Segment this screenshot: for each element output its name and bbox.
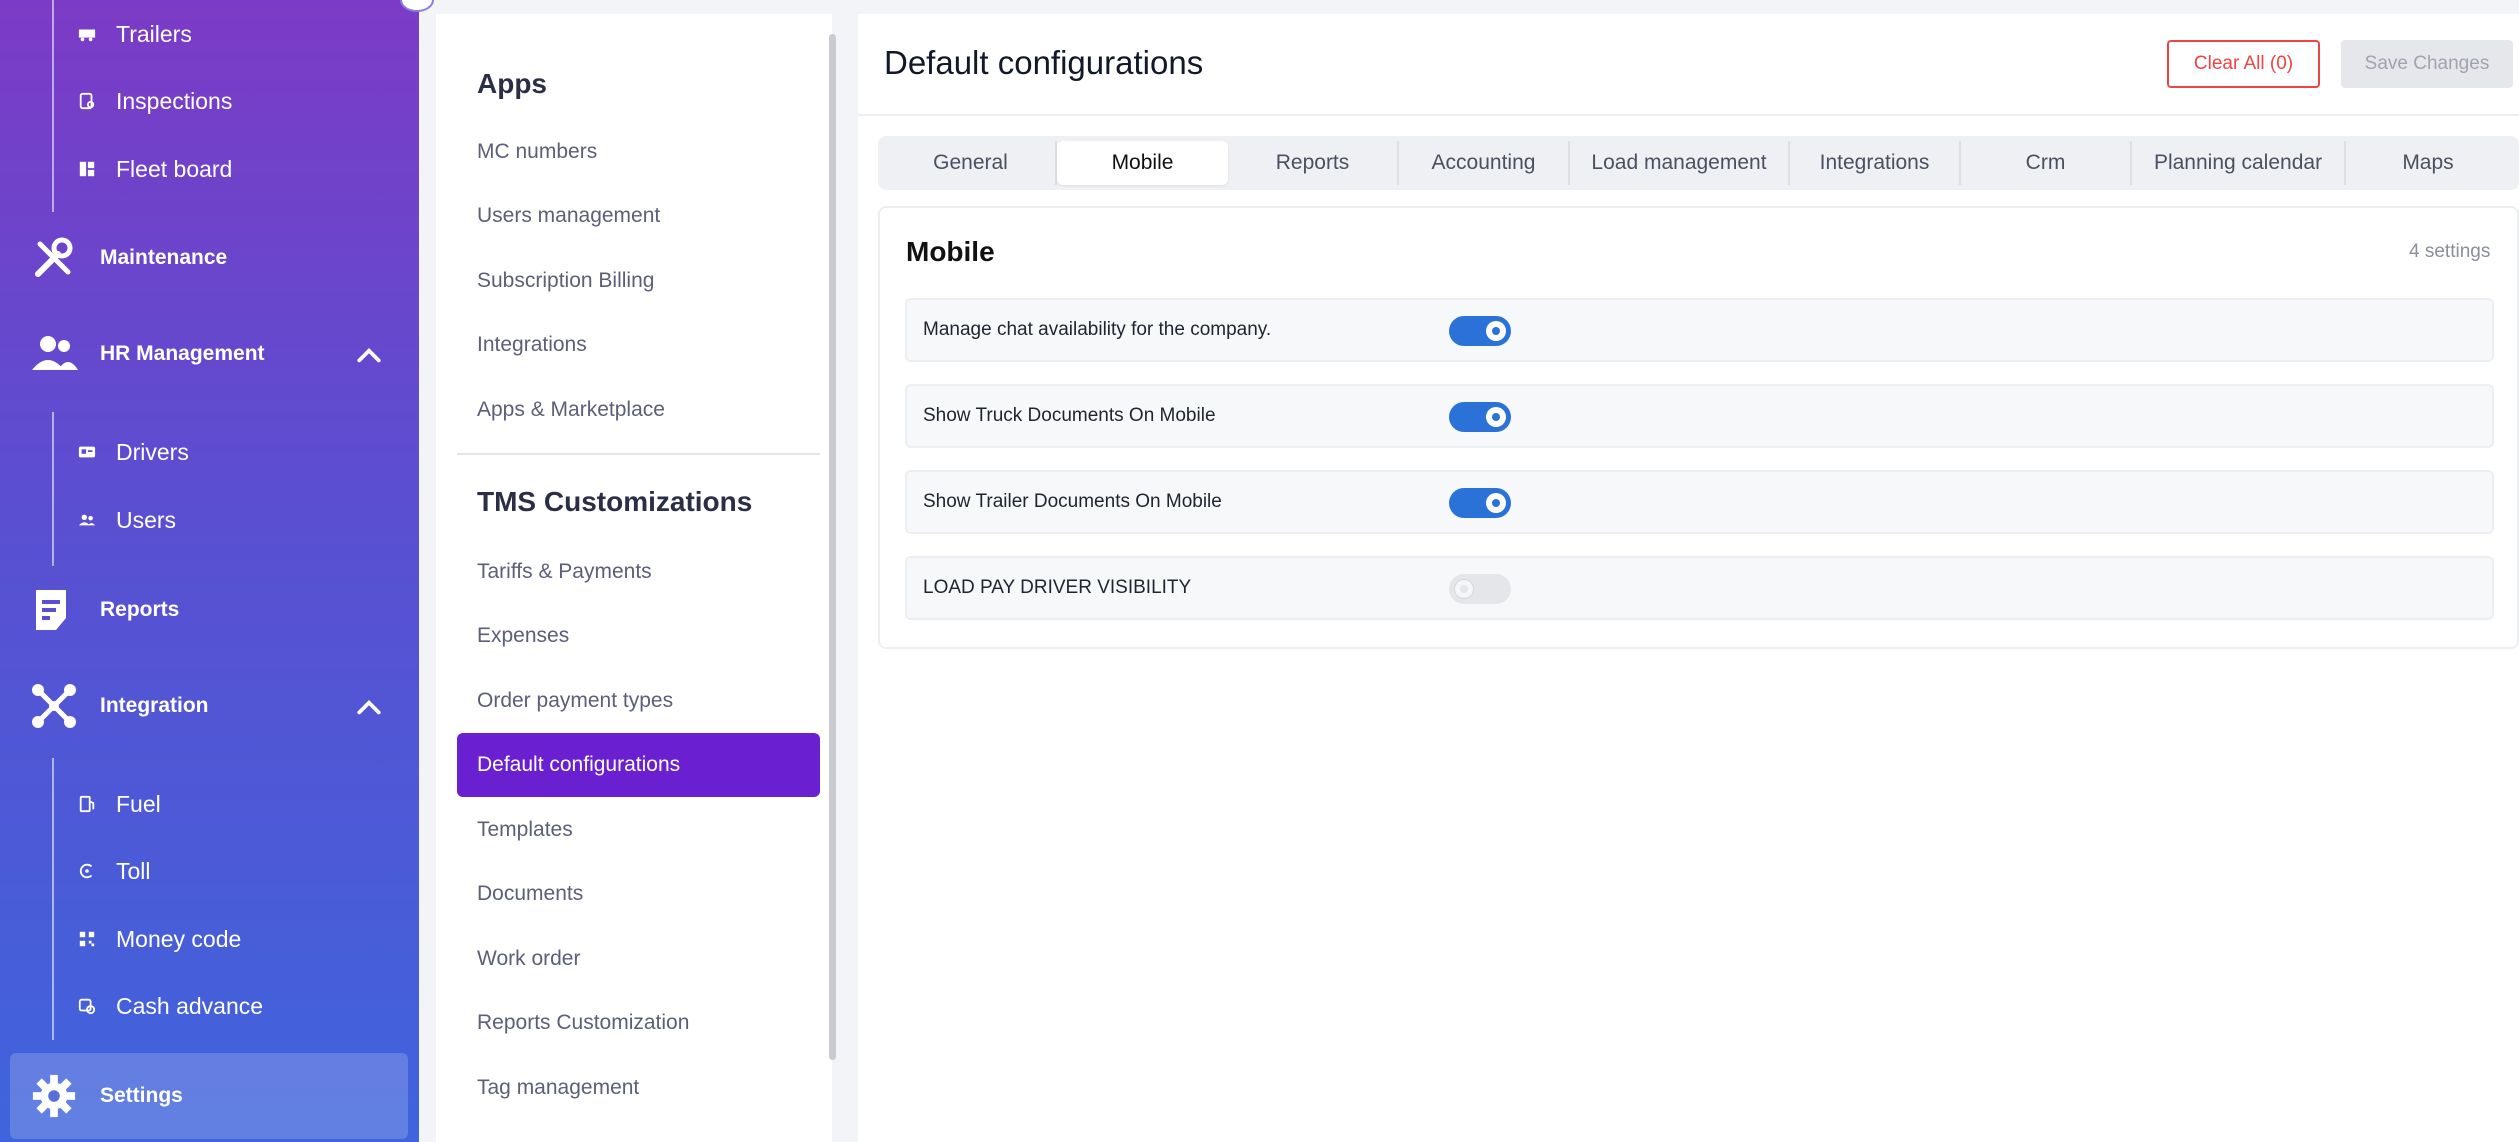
nav-item-label: Cash advance [116, 992, 264, 1019]
id-card-icon [76, 441, 98, 463]
setting-row-load-pay-driver-visibility: LOAD PAY DRIVER VISIBILITY [905, 556, 2494, 620]
setting-label: Show Truck Documents On Mobile [923, 405, 1216, 426]
menu-item-users-management[interactable]: Users management [477, 196, 660, 236]
nav-tree-line [52, 0, 54, 212]
tab-load-management[interactable]: Load management [1570, 141, 1790, 185]
nav-item-inspections[interactable]: Inspections [76, 81, 232, 121]
toll-icon [76, 860, 98, 882]
gear-icon [28, 1070, 80, 1122]
menu-item-subscription-billing[interactable]: Subscription Billing [477, 261, 654, 301]
menu-item-templates[interactable]: Templates [477, 810, 573, 850]
menu-item-mc-numbers[interactable]: MC numbers [477, 132, 597, 172]
nav-item-toll[interactable]: Toll [76, 851, 151, 891]
menu-item-reports-customization[interactable]: Reports Customization [477, 1003, 689, 1043]
main-sidebar: Trailers Inspections Fleet board Mainten… [0, 0, 434, 1142]
fleet-board-icon [76, 158, 98, 180]
nav-item-drivers[interactable]: Drivers [76, 432, 189, 472]
header-divider [858, 114, 2519, 116]
config-tabs: General Mobile Reports Accounting Load m… [878, 136, 2519, 190]
nav-item-label: Money code [116, 925, 242, 952]
tab-integrations[interactable]: Integrations [1790, 141, 1961, 185]
nav-item-label: Fuel [116, 790, 161, 817]
nav-item-money-code[interactable]: Money code [76, 919, 241, 959]
tab-reports[interactable]: Reports [1228, 141, 1399, 185]
setting-label: Show Trailer Documents On Mobile [923, 491, 1222, 512]
save-changes-button[interactable]: Save Changes [2341, 40, 2513, 88]
sidebar-collapse-button[interactable] [400, 0, 434, 12]
tab-accounting[interactable]: Accounting [1399, 141, 1570, 185]
inspection-icon [76, 90, 98, 112]
setting-row-truck-documents: Show Truck Documents On Mobile [905, 384, 2494, 448]
nav-section-label: Maintenance [100, 246, 228, 269]
toggle-trailer-documents[interactable] [1449, 488, 1511, 518]
nav-section-label: Integration [100, 694, 209, 717]
nav-section-reports[interactable]: Reports [10, 574, 408, 646]
menu-item-integrations[interactable]: Integrations [477, 325, 587, 365]
setting-row-trailer-documents: Show Trailer Documents On Mobile [905, 470, 2494, 534]
nav-item-label: Drivers [116, 438, 189, 465]
nav-item-label: Users [116, 506, 177, 533]
chevron-up-icon[interactable] [356, 694, 382, 720]
nav-section-label: Settings [100, 1084, 183, 1107]
nav-item-cash-advance[interactable]: Cash advance [76, 986, 263, 1026]
section-title: Mobile [906, 236, 995, 267]
tms-customizations-heading: TMS Customizations [477, 486, 753, 517]
nav-item-label: Inspections [116, 87, 233, 114]
nav-section-label: HR Management [100, 342, 265, 365]
nav-item-label: Trailers [116, 20, 192, 47]
tab-mobile[interactable]: Mobile [1057, 141, 1228, 185]
toggle-load-pay-driver-visibility[interactable] [1449, 574, 1511, 604]
nav-section-label: Reports [100, 598, 180, 621]
qr-code-icon [76, 928, 98, 950]
tab-general[interactable]: General [886, 141, 1057, 185]
nav-item-users[interactable]: Users [76, 500, 176, 540]
settings-count: 4 settings [2409, 241, 2491, 262]
toggle-truck-documents[interactable] [1449, 402, 1511, 432]
menu-item-work-order[interactable]: Work order [477, 939, 580, 979]
menu-divider [457, 453, 820, 455]
nav-item-trailers[interactable]: Trailers [76, 14, 192, 54]
cash-advance-icon [76, 995, 98, 1017]
nav-tree-line [52, 758, 54, 1040]
toggle-chat-availability[interactable] [1449, 316, 1511, 346]
nav-item-label: Fleet board [116, 155, 233, 182]
tab-maps[interactable]: Maps [2346, 141, 2510, 185]
page-title: Default configurations [884, 44, 1204, 81]
tab-planning-calendar[interactable]: Planning calendar [2132, 141, 2346, 185]
menu-item-order-payment-types[interactable]: Order payment types [477, 681, 673, 721]
menu-item-expenses[interactable]: Expenses [477, 616, 569, 656]
menu-item-documents[interactable]: Documents [477, 874, 583, 914]
nav-item-label: Toll [116, 857, 151, 884]
fuel-icon [76, 793, 98, 815]
setting-label: Manage chat availability for the company… [923, 319, 1272, 340]
wrench-screwdriver-icon [28, 232, 80, 284]
menu-item-tag-management[interactable]: Tag management [477, 1068, 639, 1108]
integration-icon [28, 680, 80, 732]
people-icon [28, 328, 80, 380]
setting-row-chat-availability: Manage chat availability for the company… [905, 298, 2494, 362]
nav-tree-line [52, 412, 54, 566]
menu-item-tariffs-payments[interactable]: Tariffs & Payments [477, 552, 652, 592]
tab-crm[interactable]: Crm [1961, 141, 2132, 185]
clear-all-button[interactable]: Clear All (0) [2167, 40, 2320, 88]
nav-section-integration[interactable]: Integration [10, 670, 408, 742]
nav-item-fuel[interactable]: Fuel [76, 784, 161, 824]
nav-item-fleet-board[interactable]: Fleet board [76, 149, 232, 189]
nav-section-maintenance[interactable]: Maintenance [10, 222, 408, 294]
menu-scrollbar[interactable] [829, 34, 836, 1060]
chevron-up-icon[interactable] [356, 342, 382, 368]
menu-item-apps-marketplace[interactable]: Apps & Marketplace [477, 390, 665, 430]
report-icon [28, 584, 80, 636]
setting-label: LOAD PAY DRIVER VISIBILITY [923, 577, 1192, 598]
nav-section-hr-management[interactable]: HR Management [10, 318, 408, 390]
nav-section-settings[interactable]: Settings [10, 1053, 408, 1139]
apps-heading: Apps [477, 68, 547, 99]
menu-item-default-configurations[interactable]: Default configurations [457, 733, 820, 797]
users-icon [76, 509, 98, 531]
trailer-icon [76, 23, 98, 45]
